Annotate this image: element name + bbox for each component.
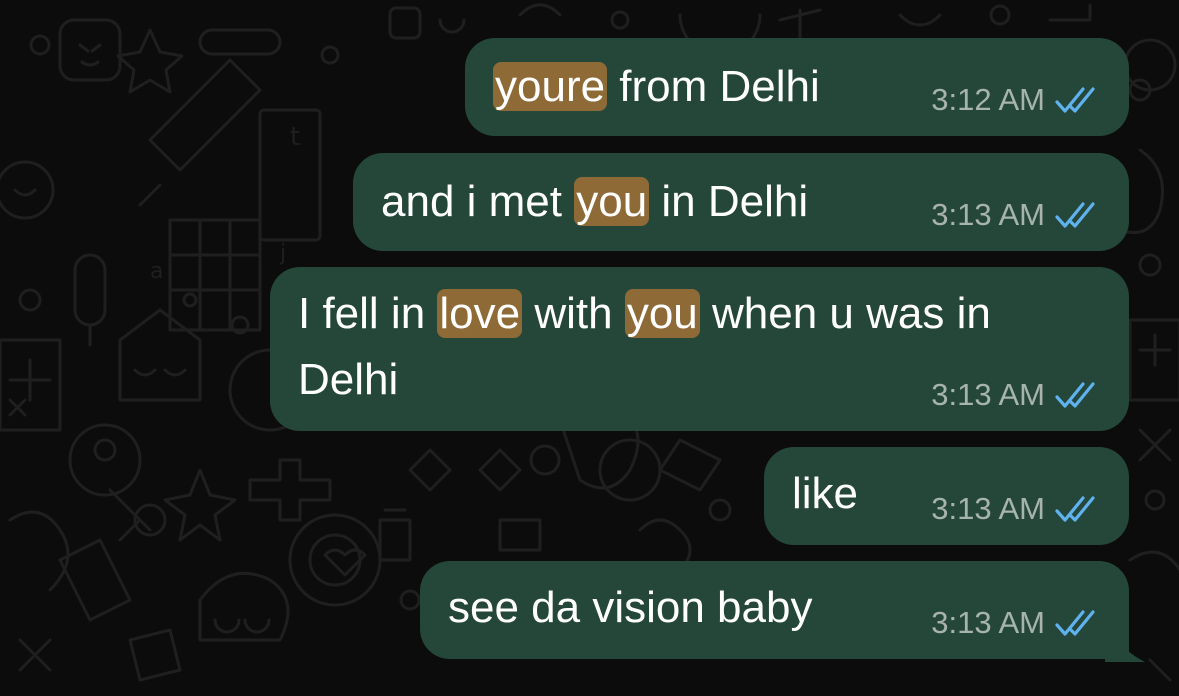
- message-text-segment: with: [522, 289, 625, 338]
- svg-text:a: a: [150, 259, 163, 284]
- double-check-icon: [1055, 610, 1095, 636]
- highlighted-word: love: [437, 289, 523, 338]
- bubble-tail: [1105, 632, 1145, 662]
- double-check-icon: [1055, 87, 1095, 113]
- message-bubble-4[interactable]: like 3:13 AM: [764, 447, 1129, 545]
- message-timestamp: 3:13 AM: [931, 491, 1045, 526]
- message-timestamp: 3:12 AM: [931, 82, 1045, 117]
- message-timestamp: 3:13 AM: [931, 377, 1045, 412]
- highlighted-word: youre: [493, 62, 608, 111]
- message-meta: 3:13 AM: [931, 491, 1099, 527]
- message-text-line-1: I fell in love with you when u was in: [298, 281, 991, 347]
- double-check-icon: [1055, 496, 1095, 522]
- message-text-segment: I fell in: [298, 289, 438, 338]
- svg-text:t: t: [290, 122, 300, 152]
- message-bubble-3[interactable]: I fell in love with you when u was in De…: [270, 267, 1129, 431]
- double-check-icon: [1055, 202, 1095, 228]
- message-timestamp: 3:13 AM: [931, 605, 1045, 640]
- message-text: like: [792, 469, 859, 518]
- message-meta: 3:13 AM: [931, 377, 1099, 413]
- message-text: youre from Delhi: [493, 54, 820, 120]
- highlighted-word: you: [624, 289, 700, 338]
- message-meta: 3:12 AM: [931, 82, 1099, 118]
- svg-text:j: j: [279, 241, 286, 266]
- message-text-segment: and i met: [381, 177, 575, 226]
- message-meta: 3:13 AM: [931, 197, 1099, 233]
- chat-view: t j a youre from Delhi 3:12 AM and i met…: [0, 0, 1179, 696]
- highlighted-word: you: [574, 177, 650, 226]
- message-text-line-2: Delhi: [298, 355, 399, 404]
- double-check-icon: [1055, 382, 1095, 408]
- message-bubble-1[interactable]: youre from Delhi 3:12 AM: [465, 38, 1129, 136]
- message-text-segment: in Delhi: [649, 177, 809, 226]
- message-text: and i met you in Delhi: [381, 169, 808, 235]
- message-bubble-2[interactable]: and i met you in Delhi 3:13 AM: [353, 153, 1129, 251]
- message-text: see da vision baby: [448, 583, 813, 632]
- message-text-segment: when u was in: [699, 289, 991, 338]
- message-meta: 3:13 AM: [931, 605, 1099, 641]
- message-timestamp: 3:13 AM: [931, 197, 1045, 232]
- message-bubble-5[interactable]: see da vision baby 3:13 AM: [420, 561, 1129, 659]
- message-text-segment: from Delhi: [607, 62, 820, 111]
